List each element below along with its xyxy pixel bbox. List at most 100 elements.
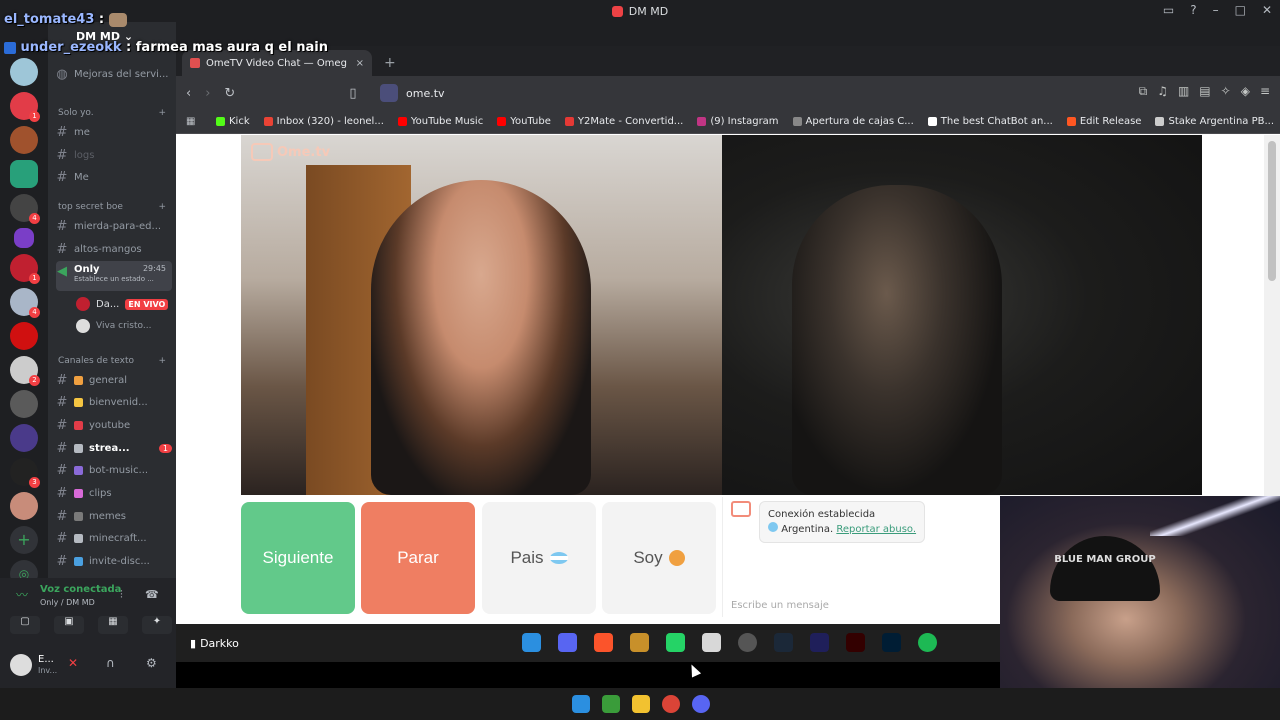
bookmark-item[interactable]: Edit Release <box>1066 116 1141 127</box>
illustrator-icon[interactable] <box>846 633 865 652</box>
category-header[interactable]: Canales de texto + <box>58 356 166 366</box>
mute-icon[interactable]: ✕ <box>68 656 78 670</box>
text-channel[interactable]: # general <box>56 370 172 390</box>
obs-icon[interactable] <box>738 633 757 652</box>
server-icon[interactable] <box>10 424 38 452</box>
text-channel[interactable]: # clips <box>56 484 172 504</box>
server-icon[interactable] <box>10 492 38 520</box>
voice-user[interactable]: Da... EN VIVO <box>76 294 168 314</box>
whatsapp-icon[interactable] <box>666 633 685 652</box>
wallet-icon[interactable]: ▤ <box>1199 84 1210 99</box>
server-icon[interactable]: 1 <box>10 92 40 122</box>
maximize-button[interactable]: □ <box>1235 3 1246 17</box>
next-button[interactable]: Siguiente <box>241 502 355 614</box>
file-explorer-icon[interactable] <box>632 695 650 713</box>
screen-share-button[interactable]: ▣ <box>54 616 84 634</box>
spotify-icon[interactable] <box>918 633 937 652</box>
inbox-icon[interactable]: ▭ <box>1163 3 1174 17</box>
activities-button[interactable]: ▦ <box>98 616 128 634</box>
avatar[interactable] <box>10 654 32 676</box>
voice-channel-only[interactable]: ◀ Only 29:45 Establece un estado ... <box>56 261 172 291</box>
effects-button[interactable]: ✦ <box>142 616 172 634</box>
headphones-icon[interactable]: ∩ <box>106 656 115 670</box>
voice-user[interactable]: Viva cristo... <box>76 316 168 336</box>
stop-button[interactable]: Parar <box>361 502 475 614</box>
vencord-icon[interactable] <box>630 633 649 652</box>
country-button[interactable]: Pais <box>482 502 596 614</box>
new-tab-button[interactable]: + <box>384 55 396 71</box>
add-server-icon[interactable]: + <box>10 526 38 554</box>
text-channel[interactable]: # memes <box>56 506 172 526</box>
extension-icon[interactable]: ⧉ <box>1139 84 1148 99</box>
server-icon[interactable]: 2 <box>10 356 40 386</box>
close-button[interactable]: ✕ <box>1262 3 1272 17</box>
vpn-icon[interactable]: ◈ <box>1241 84 1250 99</box>
address-bar[interactable]: ome.tv <box>380 82 445 104</box>
close-tab-icon[interactable]: × <box>356 58 364 69</box>
server-icon[interactable] <box>10 58 38 86</box>
photoshop-icon[interactable] <box>882 633 901 652</box>
message-input[interactable]: Escribe un mensaje <box>731 600 829 611</box>
help-icon[interactable]: ? <box>1190 3 1196 17</box>
bookmark-item[interactable]: Y2Mate - Convertid... <box>564 116 683 127</box>
channel-logs[interactable]: # logs <box>56 145 172 165</box>
menu-icon[interactable]: ≡ <box>1260 84 1270 99</box>
snipping-icon[interactable] <box>702 633 721 652</box>
settings-gear-icon[interactable]: ⚙ <box>146 656 157 670</box>
server-boost-item[interactable]: ◍ Mejoras del servi... <box>56 64 172 84</box>
minimize-button[interactable]: – <box>1213 3 1219 17</box>
report-abuse-link[interactable]: Reportar abuso. <box>836 524 916 535</box>
soundboard-icon[interactable]: ⫶ <box>120 588 123 602</box>
reload-icon[interactable]: ↻ <box>224 86 235 101</box>
text-channel[interactable]: # bot-music... <box>56 461 172 481</box>
music-icon[interactable]: ♫ <box>1157 84 1168 99</box>
text-channel[interactable]: # minecraft... <box>56 529 172 549</box>
discord-icon[interactable] <box>558 633 577 652</box>
sidebar-icon[interactable]: ▥ <box>1178 84 1189 99</box>
folder-icon[interactable] <box>14 228 34 248</box>
channel-mierda[interactable]: # mierda-para-ed... <box>56 216 172 236</box>
text-channel[interactable]: # strea... 1 <box>56 438 172 458</box>
server-icon[interactable]: 4 <box>10 288 40 318</box>
bookmark-item[interactable]: YouTube <box>497 116 551 127</box>
steam-icon[interactable] <box>774 633 793 652</box>
category-header[interactable]: top secret boe + <box>58 202 166 212</box>
bookmark-item[interactable]: The best ChatBot an... <box>927 116 1053 127</box>
bookmark-item[interactable]: YouTube Music <box>397 116 483 127</box>
xbox-icon[interactable] <box>602 695 620 713</box>
text-channel[interactable]: # invite-disc... <box>56 552 172 572</box>
server-icon[interactable]: 3 <box>10 458 40 488</box>
server-icon[interactable]: 1 <box>10 254 40 284</box>
channel-me-2[interactable]: # Me <box>56 167 172 187</box>
server-icon[interactable] <box>10 126 38 154</box>
bookmark-item[interactable]: (9) Instagram <box>697 116 779 127</box>
bookmark-item[interactable]: Inbox (320) - leonel... <box>263 116 384 127</box>
channel-altos-mangos[interactable]: # altos-mangos <box>56 239 172 259</box>
bookmark-icon[interactable]: ▯ <box>349 86 356 101</box>
brave-icon[interactable] <box>594 633 613 652</box>
gender-button[interactable]: Soy <box>602 502 716 614</box>
server-icon[interactable]: 4 <box>10 194 40 224</box>
text-channel[interactable]: # youtube <box>56 415 172 435</box>
disconnect-icon[interactable]: ☎ <box>145 588 159 601</box>
bookmark-item[interactable]: Kick <box>216 116 250 127</box>
category-header[interactable]: Solo yo. + <box>58 108 166 118</box>
back-icon[interactable]: ‹ <box>186 86 191 101</box>
channel-me[interactable]: # me <box>56 122 172 142</box>
forward-icon[interactable]: › <box>205 86 210 101</box>
windows-start-icon[interactable] <box>522 633 541 652</box>
leo-icon[interactable]: ✧ <box>1221 84 1231 99</box>
text-channel[interactable]: # bienvenid... <box>56 393 172 413</box>
camera-button[interactable]: ▢ <box>10 616 40 634</box>
after-effects-icon[interactable] <box>810 633 829 652</box>
bookmark-item[interactable]: Stake Argentina PB... <box>1155 116 1274 127</box>
server-icon[interactable] <box>10 390 38 418</box>
server-icon[interactable] <box>10 322 38 350</box>
server-icon[interactable] <box>10 160 38 188</box>
apps-grid-icon[interactable]: ▦ <box>186 116 195 127</box>
bookmark-item[interactable]: Apertura de cajas C... <box>792 116 914 127</box>
start-icon[interactable] <box>572 695 590 713</box>
chrome-icon[interactable] <box>662 695 680 713</box>
discord-icon[interactable] <box>692 695 710 713</box>
scroll-thumb[interactable] <box>1268 141 1276 281</box>
